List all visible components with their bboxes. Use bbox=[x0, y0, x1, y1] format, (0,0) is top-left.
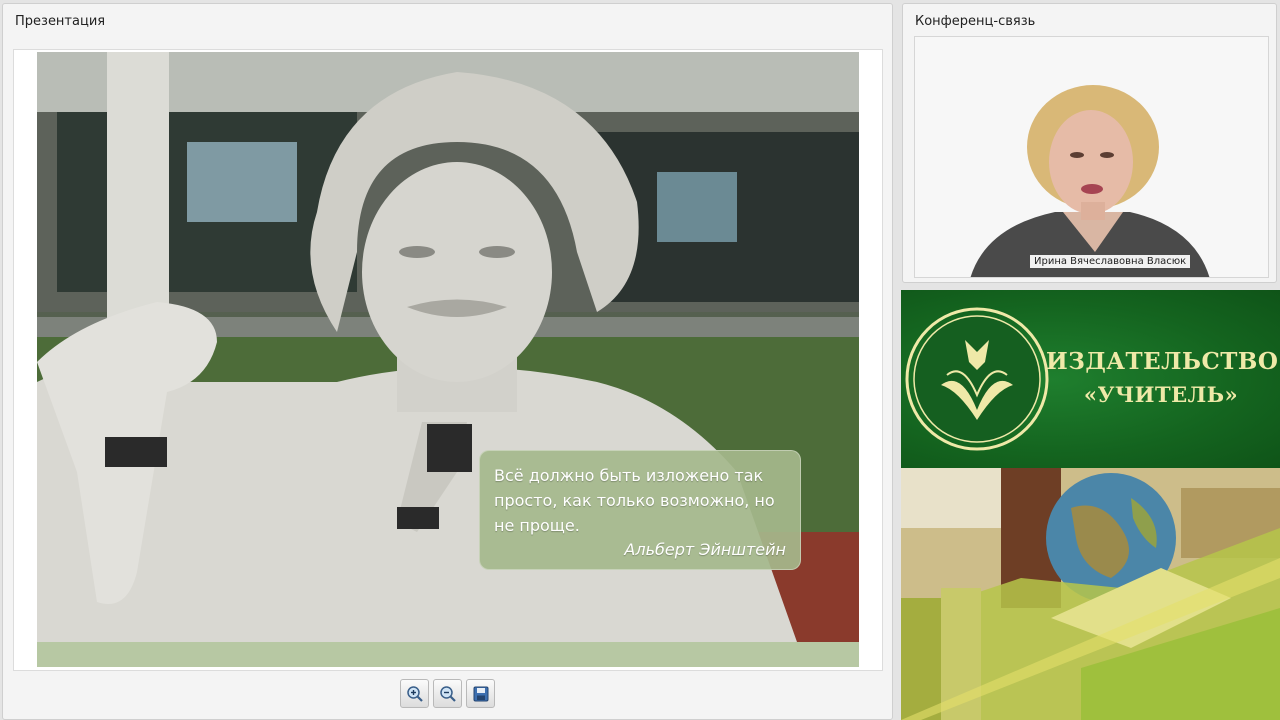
publisher-logo-icon bbox=[905, 307, 1049, 451]
speaker-video-image bbox=[915, 37, 1268, 277]
save-button[interactable] bbox=[466, 679, 495, 708]
publisher-name-line1: ИЗДАТЕЛЬСТВО bbox=[1046, 348, 1279, 375]
books-globe-illustration bbox=[901, 468, 1280, 720]
speaker-name-tag: Ирина Вячеславовна Власюк bbox=[1030, 255, 1191, 268]
quote-box: Всё должно быть изложено так просто, как… bbox=[479, 450, 801, 570]
slide-image: Всё должно быть изложено так просто, как… bbox=[37, 52, 859, 642]
books-globe-image bbox=[901, 468, 1280, 720]
presentation-toolbar bbox=[400, 679, 500, 711]
publisher-name-line2: «УЧИТЕЛЬ» bbox=[1083, 382, 1239, 407]
zoom-out-button[interactable] bbox=[433, 679, 462, 708]
slide-bottom-strip bbox=[37, 642, 859, 667]
presentation-title: Презентация bbox=[15, 14, 106, 29]
zoom-in-button[interactable] bbox=[400, 679, 429, 708]
quote-text: Всё должно быть изложено так просто, как… bbox=[494, 466, 775, 535]
quote-author: Альберт Эйнштейн bbox=[624, 540, 786, 559]
conference-title: Конференц-связь bbox=[915, 14, 1036, 29]
save-icon bbox=[473, 686, 488, 701]
video-feed[interactable]: Ирина Вячеславовна Власюк bbox=[914, 36, 1269, 278]
conference-panel: Конференц-связь Ирина Вячеславовна Власю… bbox=[902, 3, 1277, 283]
slide-frame: Всё должно быть изложено так просто, как… bbox=[13, 49, 883, 671]
presentation-panel: Презентация Всё должно быть изложено так… bbox=[2, 3, 893, 720]
zoom-in-icon bbox=[406, 685, 423, 702]
zoom-out-icon bbox=[439, 685, 456, 702]
publisher-banner[interactable]: ИЗДАТЕЛЬСТВО «УЧИТЕЛЬ» bbox=[901, 290, 1280, 468]
